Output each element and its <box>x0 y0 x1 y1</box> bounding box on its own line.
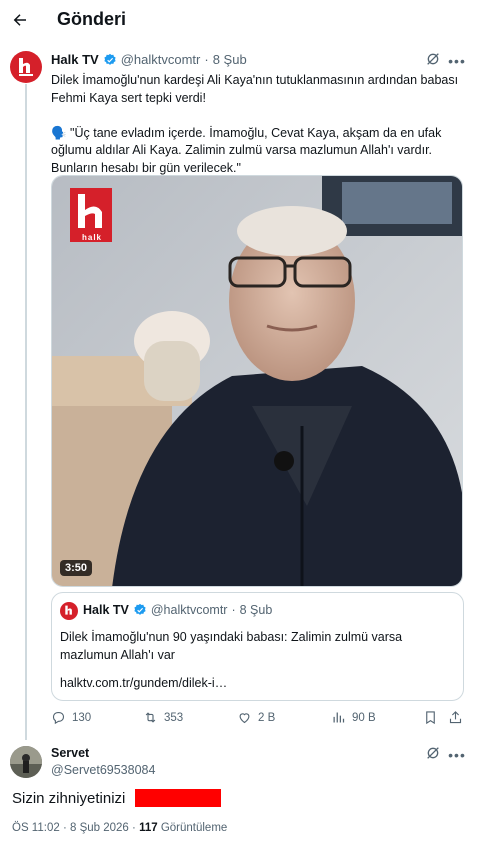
separator-dot: · <box>132 822 140 834</box>
card-author-handle: @halktvcomtr <box>150 603 228 617</box>
tweet-author-row: Halk TV @halktvcomtr · 8 Şub <box>51 52 247 67</box>
repost-count: 353 <box>164 711 184 724</box>
halk-tv-logo-icon <box>19 58 33 76</box>
card-headline-line: Dilek İmamoğlu'nun 90 yaşındaki babası: … <box>60 630 403 644</box>
card-headline-line: mazlumun Allah'ı var <box>60 648 175 662</box>
share-icon <box>449 711 462 724</box>
card-author-row: Halk TV @halktvcomtr · 8 Şub <box>83 603 272 617</box>
separator-dot: · <box>231 603 236 617</box>
page-header: Gönderi <box>0 0 478 40</box>
redaction-bar <box>135 789 221 807</box>
card-date: 8 Şub <box>239 603 273 617</box>
post-time[interactable]: ÖS 11:02 <box>12 822 60 834</box>
reply-icon <box>52 711 65 725</box>
video-player[interactable]: halk <box>51 175 463 587</box>
user-photo <box>10 746 42 778</box>
arrow-left-icon <box>13 14 26 26</box>
more-options-button[interactable]: ••• <box>448 746 466 764</box>
like-count: 2 B <box>258 711 276 724</box>
card-avatar <box>60 602 78 620</box>
tweet-text-line: oğlumu aldılar Ali Kaya. Zalimin zulmü v… <box>51 143 433 157</box>
reply-button[interactable]: 130 <box>51 710 91 725</box>
more-dots-icon: ••• <box>448 747 466 763</box>
tweet-text-line: 🗣️ "Üç tane evladım içerde. İmamoğlu, Ce… <box>51 125 442 140</box>
author-name[interactable]: Halk TV <box>51 52 99 67</box>
tweet-date[interactable]: 8 Şub <box>213 52 247 67</box>
grok-icon <box>427 53 439 65</box>
reply-count: 130 <box>72 711 92 724</box>
bookmark-icon <box>426 711 435 725</box>
reply-author-name[interactable]: Servet <box>51 746 89 760</box>
verified-badge-icon <box>134 603 146 615</box>
video-thumbnail <box>52 176 462 586</box>
share-button[interactable] <box>448 710 463 725</box>
card-author-name: Halk TV <box>83 603 129 617</box>
bookmark-button[interactable] <box>423 710 438 725</box>
tweet-text-line: Dilek İmamoğlu'nun kardeşi Ali Kaya'nın … <box>51 73 459 87</box>
like-button[interactable]: 2 B <box>237 710 275 725</box>
views-label: Görüntüleme <box>160 822 228 834</box>
more-dots-icon: ••• <box>448 53 466 69</box>
verified-badge-icon <box>104 53 116 65</box>
card-headline: Dilek İmamoğlu'nun 90 yaşındaki babası: … <box>60 628 456 664</box>
more-options-button[interactable]: ••• <box>448 52 466 70</box>
views-total: 117 <box>139 822 158 834</box>
grok-button[interactable] <box>425 51 443 69</box>
repost-button[interactable]: 353 <box>143 710 183 725</box>
grok-button[interactable] <box>425 745 443 763</box>
analytics-icon <box>333 712 345 723</box>
separator-dot: · <box>62 822 70 834</box>
grok-icon <box>427 747 439 759</box>
author-handle[interactable]: @halktvcomtr <box>121 52 201 67</box>
video-duration-badge: 3:50 <box>60 560 93 576</box>
halk-tv-logo-icon <box>64 605 72 615</box>
views-count: 90 B <box>352 711 376 724</box>
avatar[interactable] <box>10 746 42 778</box>
thread-connector-line <box>25 84 27 740</box>
separator-dot: · <box>204 52 209 67</box>
heart-icon <box>239 713 250 724</box>
views-button[interactable]: 90 B <box>331 710 376 725</box>
repost-icon <box>145 712 156 723</box>
tweet-text: Dilek İmamoğlu'nun kardeşi Ali Kaya'nın … <box>51 72 461 177</box>
back-button[interactable] <box>6 6 34 34</box>
avatar[interactable] <box>10 51 42 83</box>
tweet-actions-bar: 130 353 2 B 90 B <box>51 710 463 730</box>
reply-author-handle[interactable]: @Servet69538084 <box>51 763 155 777</box>
post-date[interactable]: 8 Şub 2026 <box>70 822 129 834</box>
tweet-text-line: Fehmi Kaya sert tepki verdi! <box>51 90 206 105</box>
video-logo-text: halk <box>81 233 102 242</box>
reply-text: Sizin zihniyetinizi <box>12 790 126 807</box>
page-title: Gönderi <box>57 9 127 29</box>
card-url-link[interactable]: halktv.com.tr/gundem/dilek-i… <box>60 676 227 690</box>
post-metadata: ÖS 11:02 · 8 Şub 2026 · 117 Görüntüleme <box>12 822 227 834</box>
